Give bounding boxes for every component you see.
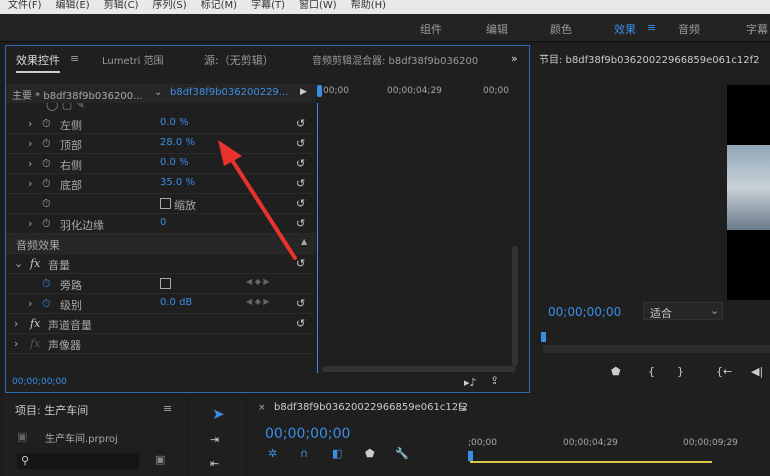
annotation-arrow — [218, 140, 297, 260]
